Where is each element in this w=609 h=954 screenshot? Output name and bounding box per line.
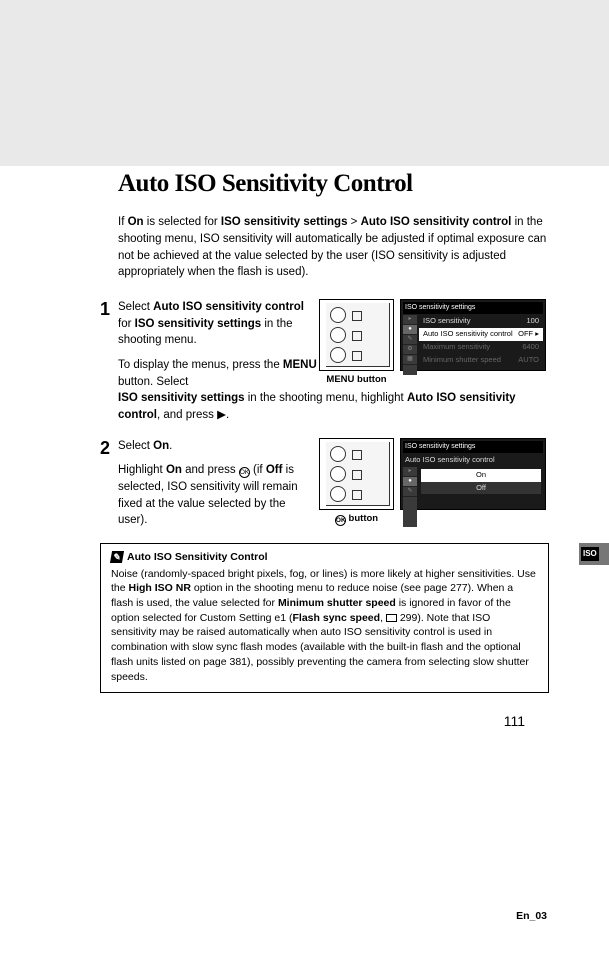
header-banner <box>0 0 609 166</box>
step2-figures: OK button ISO sensitivity settings Auto … <box>319 438 549 526</box>
step2-text: Select On. Highlight On and press OK (if… <box>118 438 318 529</box>
lcd-title: ISO sensitivity settings <box>403 302 543 314</box>
page-title: Auto ISO Sensitivity Control <box>118 166 549 202</box>
caption-menu-button: MENU button <box>319 373 394 387</box>
note-body: Noise (randomly-spaced bright pixels, fo… <box>111 567 538 685</box>
step1-figures: MENU button ISO sensitivity settings ▸ ●… <box>319 299 549 387</box>
page-number: 111 <box>118 711 549 731</box>
caption-ok-button: OK button <box>319 512 394 526</box>
ok-icon: OK <box>239 467 250 478</box>
right-arrow-icon: ▶ <box>217 409 226 421</box>
camera-back-diagram <box>319 438 394 510</box>
step-2: 2 <box>118 438 549 529</box>
intro-paragraph: If On is selected for ISO sensitivity se… <box>118 214 549 281</box>
lcd-screen-iso-settings: ISO sensitivity settings ▸ ● ✎ ⚙ ▦ <box>400 299 546 371</box>
side-tab-iso: ISO <box>579 543 609 565</box>
manual-ref-icon <box>386 614 397 622</box>
side-tab-label: ISO <box>581 547 599 561</box>
note-title: ✎ Auto ISO Sensitivity Control <box>111 550 538 565</box>
step1-text: Select Auto ISO sensitivity control for … <box>118 299 318 390</box>
ok-icon: OK <box>335 515 346 526</box>
note-icon: ✎ <box>110 551 124 563</box>
lcd-screen-on-off: ISO sensitivity settings Auto ISO sensit… <box>400 438 546 510</box>
footer-label: En_03 <box>516 909 547 924</box>
note-box: ✎ Auto ISO Sensitivity Control Noise (ra… <box>100 543 549 693</box>
camera-back-diagram <box>319 299 394 371</box>
step-number: 2 <box>100 435 110 461</box>
step-1: 1 <box>118 299 549 424</box>
step-number: 1 <box>100 296 110 322</box>
